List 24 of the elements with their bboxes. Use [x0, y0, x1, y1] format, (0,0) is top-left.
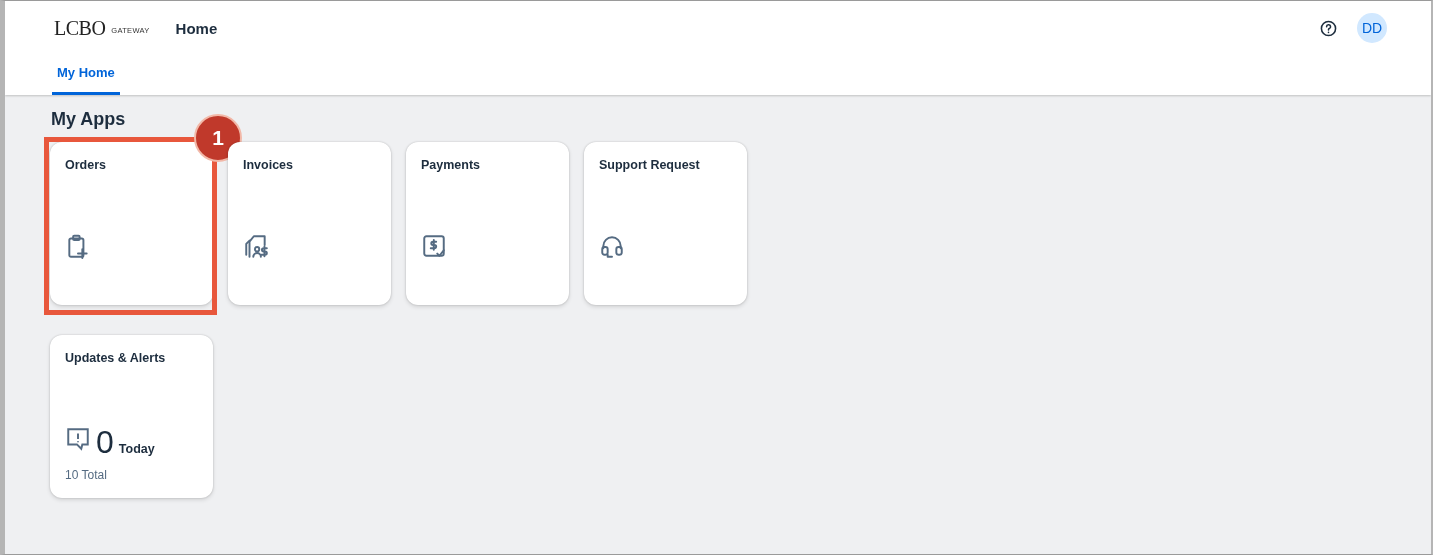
tile-title: Invoices: [243, 158, 295, 172]
app-icon: [599, 233, 625, 259]
tile-title: Orders: [65, 158, 107, 172]
app-tile[interactable]: Invoices: [228, 142, 391, 305]
app-icon: [421, 233, 447, 259]
app-icon: [243, 233, 269, 259]
section-title: My Apps: [51, 109, 127, 130]
app-tile[interactable]: Orders: [50, 142, 213, 305]
tab[interactable]: My Home: [52, 55, 120, 95]
tile-title: Support Request: [599, 158, 701, 172]
count-label: Today: [118, 442, 155, 456]
total-count: 10 Total: [65, 468, 108, 482]
page-title: Home: [175, 19, 218, 37]
alert-message-icon: [65, 426, 91, 452]
count-value: 0: [96, 426, 114, 458]
help-icon[interactable]: [1320, 19, 1337, 37]
user-avatar[interactable]: DD: [1357, 13, 1387, 43]
app-tile[interactable]: Payments: [406, 142, 569, 305]
app-tile[interactable]: Updates & Alerts 0 Today 10 Total: [50, 335, 213, 498]
app-icon: [65, 233, 91, 259]
tile-title: Updates & Alerts: [65, 351, 167, 365]
logo[interactable]: LCBO: [54, 16, 106, 40]
app-tile[interactable]: Support Request: [584, 142, 747, 305]
tile-title: Payments: [421, 158, 482, 172]
